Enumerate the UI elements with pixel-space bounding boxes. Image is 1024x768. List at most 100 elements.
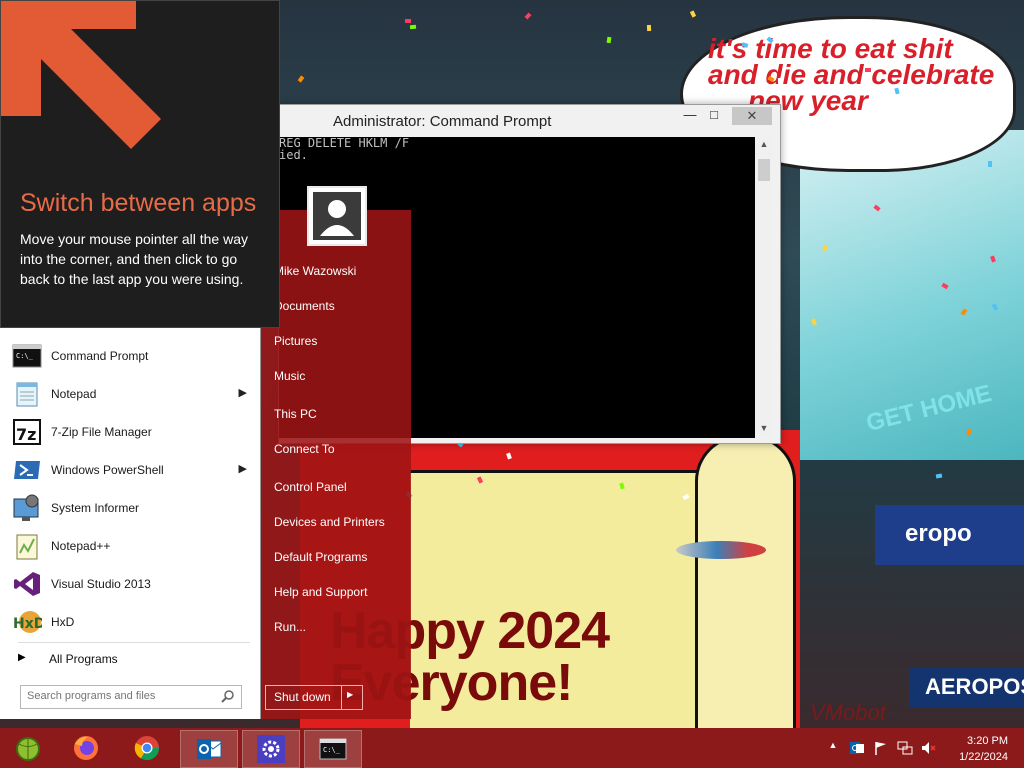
system-informer-icon	[13, 494, 39, 521]
program-visual-studio[interactable]: Visual Studio 2013	[10, 566, 255, 604]
chrome-icon	[134, 736, 159, 761]
start-item-music[interactable]: Music	[274, 369, 305, 383]
orange-arrow-icon	[1, 1, 161, 149]
search-icon[interactable]	[221, 689, 235, 703]
switch-apps-tip: Switch between apps Move your mouse poin…	[0, 0, 280, 328]
confetti-piece	[646, 24, 651, 32]
settings-gear-icon	[257, 735, 285, 763]
shutdown-divider	[341, 686, 342, 709]
program-7zip[interactable]: 7z 7-Zip File Manager	[10, 414, 255, 452]
confetti-piece	[987, 161, 992, 168]
start-item-user-name[interactable]: Mike Wazowski	[274, 264, 356, 278]
start-item-run[interactable]: Run...	[274, 620, 306, 634]
start-item-help-support[interactable]: Help and Support	[274, 585, 367, 599]
confetti-piece	[778, 77, 783, 85]
firefox-icon	[74, 736, 98, 760]
shutdown-button[interactable]: Shut down ▶	[265, 685, 363, 710]
taskbar-melon[interactable]	[0, 730, 56, 766]
close-button[interactable]: ✕	[732, 107, 772, 125]
program-label: Notepad++	[51, 539, 111, 553]
action-center-flag-icon[interactable]	[873, 740, 889, 756]
start-item-devices-printers[interactable]: Devices and Printers	[274, 515, 385, 529]
program-hxd[interactable]: HxD HxD	[10, 604, 255, 642]
program-command-prompt[interactable]: C:\_ Command Prompt	[10, 338, 255, 376]
taskbar-outlook[interactable]	[180, 730, 238, 768]
search-input[interactable]	[27, 688, 215, 704]
program-system-informer[interactable]: System Informer	[10, 490, 255, 528]
user-avatar-icon[interactable]	[307, 186, 367, 246]
confetti-piece	[690, 10, 697, 18]
confetti-piece	[297, 75, 305, 83]
wallpaper-sign-text-2: AEROPOS	[925, 674, 1024, 699]
clock-date: 1/22/2024	[959, 751, 1008, 763]
minimize-button[interactable]: —	[677, 107, 703, 125]
program-label: 7-Zip File Manager	[51, 425, 152, 439]
window-titlebar[interactable]: Administrator: Command Prompt — □ ✕	[279, 105, 780, 137]
wallpaper-bubble-text: it's time to eat shit and die and celebr…	[708, 35, 1008, 115]
taskbar-chrome[interactable]	[119, 730, 175, 766]
hxd-icon: HxD	[13, 611, 42, 633]
wallpaper-sign-text: eropo	[905, 520, 972, 547]
all-programs-arrow-icon: ▶	[18, 652, 26, 663]
svg-text:HxD: HxD	[13, 616, 42, 632]
volume-muted-icon[interactable]	[921, 740, 937, 756]
scroll-up-icon[interactable]: ▲	[755, 139, 773, 153]
tip-title: Switch between apps	[20, 189, 257, 217]
network-icon[interactable]	[897, 740, 913, 756]
svg-text:7z: 7z	[16, 425, 36, 444]
all-programs-label: All Programs	[49, 652, 118, 666]
start-item-default-programs[interactable]: Default Programs	[274, 550, 367, 564]
cmd-icon: C:\_	[319, 738, 347, 760]
start-menu-programs-pane: C:\_ Command Prompt Notepad ▶ 7z 7-Zip F…	[0, 322, 261, 719]
confetti-piece	[524, 12, 532, 20]
start-item-pictures[interactable]: Pictures	[274, 334, 317, 348]
submenu-arrow-icon[interactable]: ▶	[239, 386, 247, 399]
confetti-piece	[935, 473, 943, 479]
taskbar-settings[interactable]	[242, 730, 300, 768]
scrollbar-thumb[interactable]	[758, 159, 770, 181]
confetti-piece	[865, 68, 871, 73]
show-hidden-icons-icon[interactable]: ▲	[825, 740, 841, 756]
taskbar-command-prompt[interactable]: C:\_	[304, 730, 362, 768]
svg-text:C:\_: C:\_	[16, 352, 34, 360]
taskbar-clock[interactable]: 3:20 PM 1/22/2024	[959, 733, 1008, 765]
all-programs-button[interactable]: ▶ All Programs	[10, 648, 250, 670]
tip-body: Move your mouse pointer all the way into…	[20, 231, 248, 287]
maximize-button[interactable]: □	[701, 107, 727, 125]
program-label: System Informer	[51, 501, 140, 515]
console-line: ied.	[279, 148, 308, 162]
notepad-icon	[16, 382, 38, 407]
submenu-arrow-icon[interactable]: ▶	[239, 462, 247, 475]
program-notepad[interactable]: Notepad ▶	[10, 376, 255, 414]
taskbar-firefox[interactable]	[58, 730, 114, 766]
taskbar: C:\_ ▲ 3:20 PM 1/22/2024	[0, 728, 1024, 768]
vertical-scrollbar[interactable]: ▲ ▼	[755, 137, 773, 438]
scroll-down-icon[interactable]: ▼	[755, 423, 773, 437]
visual-studio-icon	[14, 572, 40, 596]
start-item-connect-to[interactable]: Connect To	[274, 442, 335, 456]
powershell-icon	[14, 461, 40, 479]
shutdown-options-arrow-icon[interactable]: ▶	[347, 690, 353, 699]
7zip-icon: 7z	[13, 419, 41, 445]
start-menu-right-pane: Mike Wazowski Documents Pictures Music T…	[260, 210, 411, 719]
program-notepadpp[interactable]: Notepad++	[10, 528, 255, 566]
program-label: Windows PowerShell	[51, 463, 164, 477]
notepadpp-icon	[16, 534, 38, 560]
window-title: Administrator: Command Prompt	[333, 113, 552, 130]
cmd-icon: C:\_	[12, 344, 42, 368]
search-box[interactable]	[20, 685, 242, 709]
start-item-control-panel[interactable]: Control Panel	[274, 480, 347, 494]
program-powershell[interactable]: Windows PowerShell ▶	[10, 452, 255, 490]
program-label: Command Prompt	[51, 349, 149, 363]
svg-text:C:\_: C:\_	[323, 746, 341, 754]
console-line: REG DELETE HKLM /F	[279, 136, 410, 150]
outlook-tray-icon[interactable]	[849, 740, 865, 756]
program-label: Visual Studio 2013	[51, 577, 151, 591]
confetti-piece	[410, 24, 417, 30]
shutdown-label: Shut down	[274, 690, 331, 704]
programs-separator	[18, 642, 250, 643]
confetti-piece	[606, 36, 612, 43]
start-item-documents[interactable]: Documents	[274, 299, 335, 313]
program-label: Notepad	[51, 387, 97, 401]
start-item-this-pc[interactable]: This PC	[274, 407, 317, 421]
